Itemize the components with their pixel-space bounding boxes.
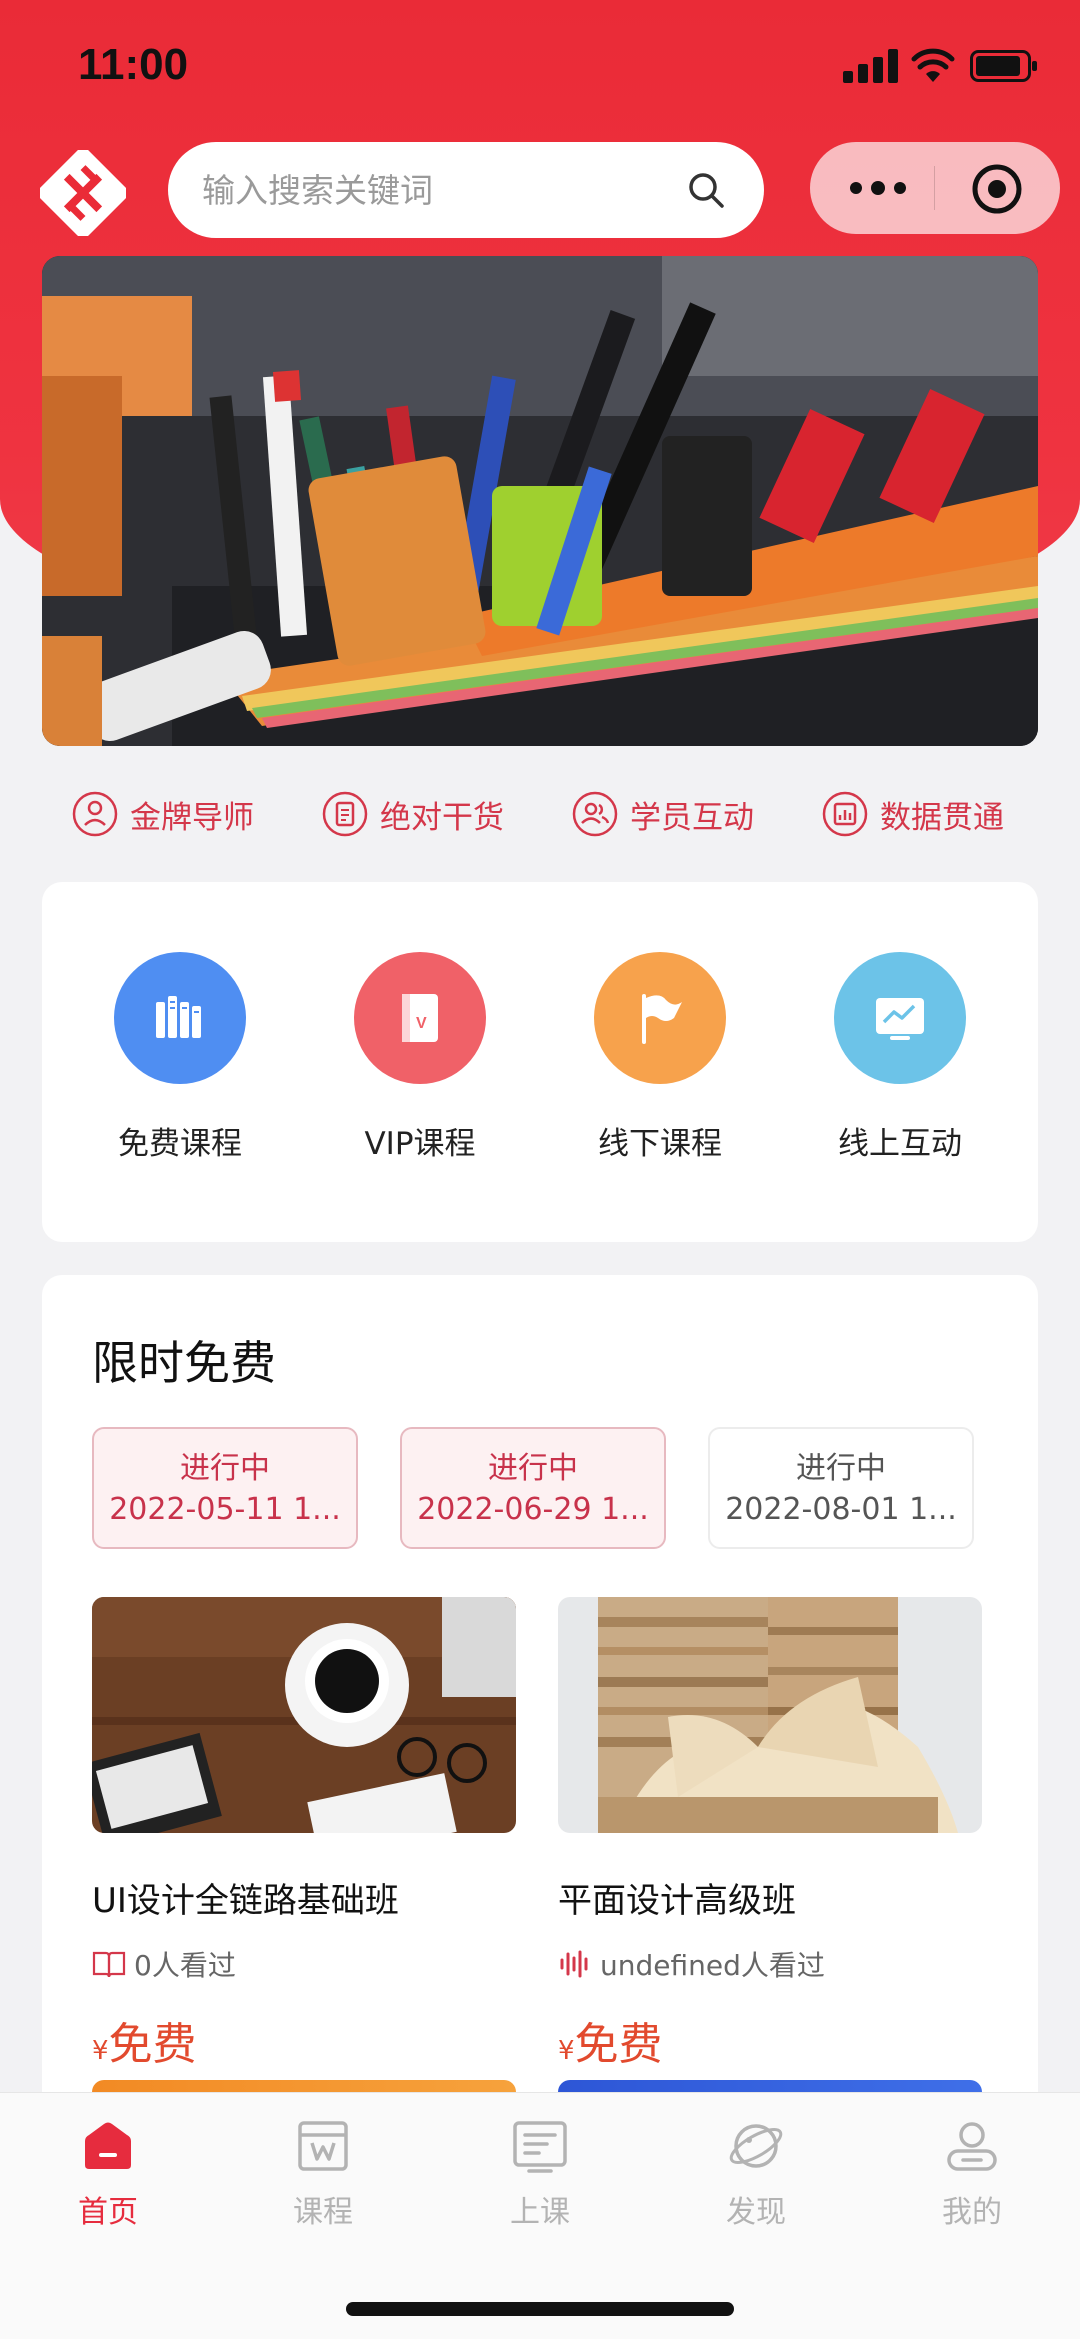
tab-label: 我的 — [942, 2195, 1002, 2230]
document-icon — [322, 791, 368, 837]
course-views: undefined人看过 — [558, 1944, 982, 1984]
users-icon — [572, 791, 618, 837]
tab-label: 发现 — [726, 2195, 786, 2230]
search-input[interactable] — [202, 142, 662, 238]
category-grid: 免费课程 V VIP课程 线下课程 线上互动 — [42, 882, 1038, 1242]
status-bar: 11:00 — [0, 0, 1080, 130]
currency-symbol: ¥ — [558, 2036, 575, 2066]
profile-icon — [947, 2122, 997, 2171]
class-icon — [513, 2121, 567, 2173]
monitor-icon — [876, 998, 924, 1040]
feature-mentor[interactable]: 金牌导师 — [72, 782, 254, 846]
category-online-interaction[interactable]: 线上互动 — [800, 952, 1000, 1163]
category-free-course[interactable]: 免费课程 — [80, 952, 280, 1163]
category-offline-course[interactable]: 线下课程 — [560, 952, 760, 1163]
close-target-icon[interactable] — [970, 162, 1024, 216]
category-label: 免费课程 — [118, 1126, 242, 1162]
course-card[interactable]: UI设计全链路基础班 0人看过 ¥免费 — [92, 1597, 516, 2140]
course-card[interactable]: 平面设计高级班 undefined人看过 ¥免费 — [558, 1597, 982, 2140]
miniprogram-capsule — [810, 142, 1060, 234]
tab-profile[interactable]: 我的 — [912, 2115, 1032, 2231]
category-icon-bg: V — [354, 952, 486, 1084]
vip-book-icon: V — [402, 994, 438, 1042]
app-logo[interactable] — [40, 150, 126, 236]
books-icon — [156, 996, 201, 1038]
views-count: 0人看过 — [134, 1949, 236, 1982]
price-value: 免费 — [108, 2019, 197, 2070]
session-date: 2022-06-29 1... — [417, 1492, 649, 1527]
session-status: 进行中 — [180, 1451, 270, 1486]
tab-class[interactable]: 上课 — [480, 2115, 600, 2231]
planet-icon — [729, 2124, 783, 2168]
home-icon — [85, 2122, 131, 2169]
home-indicator — [346, 2302, 734, 2316]
tab-label: 上课 — [510, 2195, 570, 2230]
tab-label: 首页 — [78, 2195, 138, 2230]
price-value: 免费 — [574, 2019, 663, 2070]
feature-label: 绝对干货 — [380, 799, 504, 836]
category-label: VIP课程 — [364, 1126, 476, 1162]
flag-icon — [642, 994, 682, 1044]
session-tab[interactable]: 进行中 2022-05-11 1... — [92, 1427, 358, 1549]
banner-image[interactable] — [42, 256, 1038, 746]
more-icon[interactable] — [846, 172, 910, 204]
views-count: undefined人看过 — [600, 1949, 825, 1982]
course-icon — [298, 2121, 348, 2171]
category-label: 线上互动 — [838, 1126, 962, 1162]
capsule-divider — [934, 166, 935, 210]
mentor-icon — [72, 791, 118, 837]
svg-text:V: V — [416, 1015, 427, 1032]
course-thumbnail — [92, 1597, 516, 1833]
wifi-icon — [911, 48, 955, 82]
audio-wave-icon — [560, 1950, 588, 1978]
category-icon-bg — [834, 952, 966, 1084]
stationery-photo — [42, 256, 1038, 746]
feature-interaction[interactable]: 学员互动 — [572, 782, 754, 846]
course-thumbnail — [558, 1597, 982, 1833]
books-photo — [558, 1597, 982, 1833]
category-label: 线下课程 — [598, 1126, 722, 1162]
feature-label: 数据贯通 — [880, 799, 1004, 836]
search-icon[interactable] — [686, 170, 726, 210]
session-date: 2022-05-11 1... — [109, 1492, 341, 1527]
session-status: 进行中 — [488, 1451, 578, 1486]
feature-label: 金牌导师 — [130, 799, 254, 836]
feature-content[interactable]: 绝对干货 — [322, 782, 504, 846]
session-tab[interactable]: 进行中 2022-08-01 1... — [708, 1427, 974, 1549]
course-title: UI设计全链路基础班 — [92, 1881, 399, 1921]
course-views: 0人看过 — [92, 1944, 516, 1984]
tab-home[interactable]: 首页 — [48, 2115, 168, 2231]
book-open-icon — [92, 1951, 126, 1978]
category-icon-bg — [114, 952, 246, 1084]
coffee-desk-photo — [92, 1597, 516, 1833]
session-tab[interactable]: 进行中 2022-06-29 1... — [400, 1427, 666, 1549]
feature-data[interactable]: 数据贯通 — [822, 782, 1004, 846]
search-bar[interactable] — [168, 142, 764, 238]
tab-label: 课程 — [293, 2195, 353, 2230]
battery-icon — [970, 50, 1037, 82]
data-chart-icon — [822, 791, 868, 837]
status-time: 11:00 — [78, 40, 189, 89]
session-status: 进行中 — [796, 1451, 886, 1486]
tab-discover[interactable]: 发现 — [696, 2115, 816, 2231]
category-vip-course[interactable]: V VIP课程 — [320, 952, 520, 1163]
course-price: ¥免费 — [92, 2008, 516, 2072]
category-icon-bg — [594, 952, 726, 1084]
course-price: ¥免费 — [558, 2008, 982, 2072]
tab-course[interactable]: 课程 — [263, 2115, 383, 2231]
signal-icon — [843, 49, 899, 83]
feature-label: 学员互动 — [630, 799, 754, 836]
session-date: 2022-08-01 1... — [725, 1492, 957, 1527]
feature-highlights: 金牌导师 绝对干货 学员互动 数据贯通 — [0, 782, 1080, 846]
currency-symbol: ¥ — [92, 2036, 109, 2066]
course-title: 平面设计高级班 — [558, 1881, 796, 1921]
section-title: 限时免费 — [92, 1336, 276, 1390]
